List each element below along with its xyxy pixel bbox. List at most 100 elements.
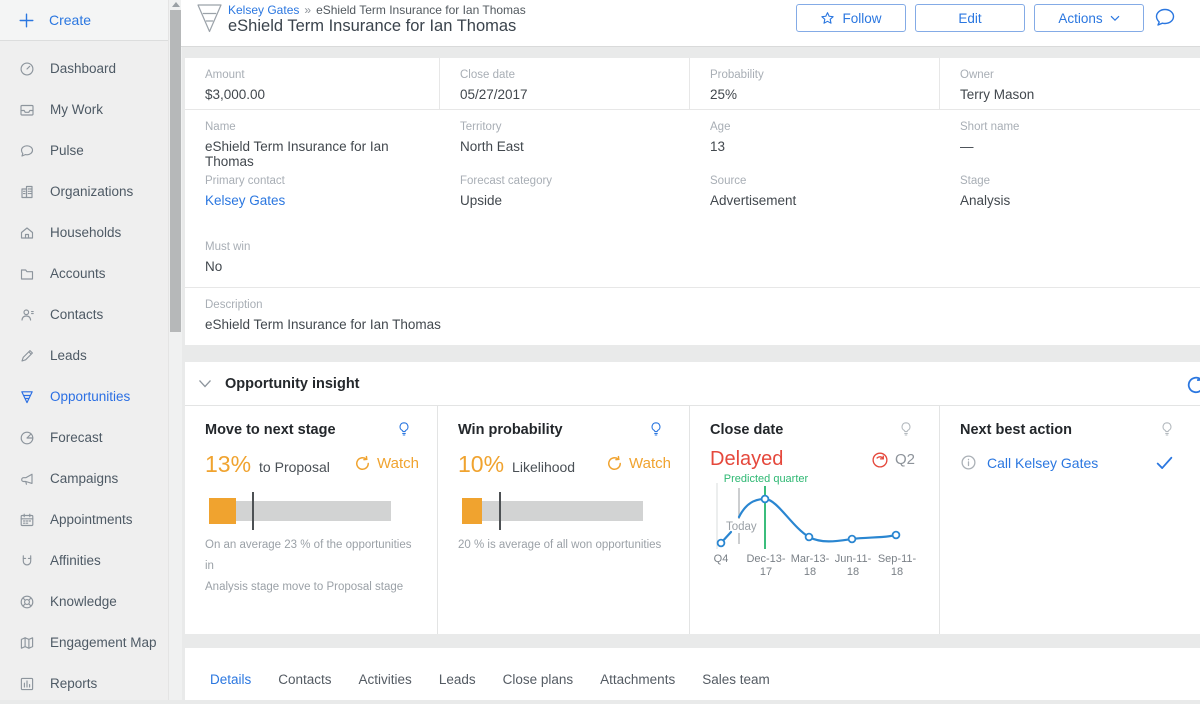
x-tick: 18: [804, 566, 816, 577]
x-tick: Jun-11-: [835, 553, 872, 565]
primary-contact-link[interactable]: Kelsey Gates: [205, 193, 440, 208]
watch-label: Watch: [377, 455, 419, 472]
star-icon: [820, 11, 835, 26]
section-collapse-chevron-icon[interactable]: [198, 379, 212, 389]
person-icon: [19, 307, 35, 323]
tab-leads[interactable]: Leads: [439, 672, 476, 687]
create-button[interactable]: Create: [0, 0, 168, 41]
breadcrumb-separator: »: [304, 3, 311, 17]
sidebar-item-affinities[interactable]: Affinities: [0, 540, 168, 581]
field-value: No: [205, 259, 440, 274]
record-header: Kelsey Gates»eShield Term Insurance for …: [181, 0, 1200, 47]
insight-bulb-icon[interactable]: [396, 421, 412, 438]
tab-activities[interactable]: Activities: [359, 672, 412, 687]
sidebar-item-label: Engagement Map: [50, 635, 157, 650]
sidebar-item-label: Dashboard: [50, 61, 116, 76]
info-icon[interactable]: [960, 454, 977, 471]
sidebar-item-households[interactable]: Households: [0, 212, 168, 253]
tab-contacts[interactable]: Contacts: [278, 672, 331, 687]
card-title: Next best action: [960, 422, 1182, 438]
field-label: Source: [710, 175, 940, 187]
x-tick: 18: [847, 566, 859, 577]
watch-icon: [606, 455, 623, 472]
sidebar-item-pulse[interactable]: Pulse: [0, 130, 168, 171]
details-panel: Amount $3,000.00 Close date 05/27/2017 P…: [185, 58, 1200, 345]
tab-details[interactable]: Details: [210, 672, 251, 687]
field-value: 13: [710, 139, 940, 154]
edit-button[interactable]: Edit: [915, 4, 1025, 32]
scrollbar-thumb[interactable]: [170, 10, 181, 332]
sidebar-item-label: My Work: [50, 102, 103, 117]
insight-bulb-icon[interactable]: [898, 421, 914, 438]
actions-button[interactable]: Actions: [1034, 4, 1144, 32]
field-label: Territory: [460, 121, 690, 133]
record-tabs-panel: Details Contacts Activities Leads Close …: [185, 648, 1200, 700]
sidebar-item-label: Accounts: [50, 266, 106, 281]
opportunity-funnel-logo-icon: [196, 3, 223, 34]
card-caption: 20 % is average of all won opportunities: [458, 535, 671, 556]
sidebar-item-dashboard[interactable]: Dashboard: [0, 48, 168, 89]
follow-label: Follow: [842, 11, 881, 26]
sidebar-item-campaigns[interactable]: Campaigns: [0, 458, 168, 499]
sidebar-item-reports[interactable]: Reports: [0, 663, 168, 704]
breadcrumb-parent-link[interactable]: Kelsey Gates: [228, 3, 299, 17]
progress-track: [209, 501, 391, 521]
x-tick: Q4: [714, 553, 729, 565]
follow-button[interactable]: Follow: [796, 4, 906, 32]
chat-bubble-icon[interactable]: [1153, 6, 1177, 30]
sidebar-item-organizations[interactable]: Organizations: [0, 171, 168, 212]
sidebar-item-knowledge[interactable]: Knowledge: [0, 581, 168, 622]
tab-close-plans[interactable]: Close plans: [503, 672, 574, 687]
field-description: Description eShield Term Insurance for I…: [185, 288, 1200, 345]
field-label: Description: [205, 299, 1200, 311]
watch-button[interactable]: Watch: [606, 455, 671, 472]
sidebar-item-engagement-map[interactable]: Engagement Map: [0, 622, 168, 663]
insight-card-close-date: Close date Delayed Q2 Predicted quarter: [690, 406, 940, 634]
sidebar-item-leads[interactable]: Leads: [0, 335, 168, 376]
insight-bulb-icon[interactable]: [1159, 421, 1175, 438]
close-date-prediction-chart: Predicted quarter Today Q4 Dec-13- 17 Ma: [704, 473, 932, 577]
field-value: 05/27/2017: [460, 87, 689, 102]
watch-button[interactable]: Watch: [354, 455, 419, 472]
sidebar-item-label: Affinities: [50, 553, 101, 568]
refresh-icon[interactable]: [1185, 374, 1200, 396]
plus-icon: [19, 13, 34, 28]
building-icon: [19, 184, 35, 200]
sidebar-item-accounts[interactable]: Accounts: [0, 253, 168, 294]
tab-sales-team[interactable]: Sales team: [702, 672, 770, 687]
field-label: Amount: [205, 69, 439, 81]
delayed-quarter-icon: [871, 451, 889, 469]
sidebar-item-opportunities[interactable]: Opportunities: [0, 376, 168, 417]
field-owner: Owner Terry Mason: [940, 58, 1200, 109]
pie-icon: [19, 430, 35, 446]
field-forecast-category: Forecast category Upside: [440, 164, 690, 230]
sidebar-item-appointments[interactable]: Appointments: [0, 499, 168, 540]
field-value: Analysis: [960, 193, 1200, 208]
main-content: Kelsey Gates»eShield Term Insurance for …: [181, 0, 1200, 700]
bar-chart-icon: [19, 676, 35, 692]
field-label: Age: [710, 121, 940, 133]
sidebar-item-label: Appointments: [50, 512, 133, 527]
vertical-scrollbar[interactable]: [168, 0, 182, 700]
accept-action-check-icon[interactable]: [1155, 455, 1174, 471]
inbox-icon: [19, 102, 35, 118]
x-tick: Dec-13-: [746, 553, 785, 565]
map-icon: [19, 635, 35, 651]
sidebar-item-my-work[interactable]: My Work: [0, 89, 168, 130]
x-tick: Mar-13-: [791, 553, 830, 565]
lifebuoy-icon: [19, 594, 35, 610]
sidebar-item-label: Forecast: [50, 430, 103, 445]
tab-attachments[interactable]: Attachments: [600, 672, 675, 687]
sidebar-item-forecast[interactable]: Forecast: [0, 417, 168, 458]
sidebar-item-contacts[interactable]: Contacts: [0, 294, 168, 335]
sidebar-item-label: Pulse: [50, 143, 84, 158]
field-name: Name eShield Term Insurance for Ian Thom…: [185, 110, 440, 164]
field-label: Probability: [710, 69, 939, 81]
scroll-up-arrow[interactable]: [172, 2, 180, 7]
insight-bulb-icon[interactable]: [648, 421, 664, 438]
field-label: Close date: [460, 69, 689, 81]
chevron-down-icon: [1110, 15, 1120, 22]
sidebar-item-label: Opportunities: [50, 389, 130, 404]
next-best-action-link[interactable]: Call Kelsey Gates: [987, 455, 1098, 471]
create-label: Create: [49, 12, 91, 28]
